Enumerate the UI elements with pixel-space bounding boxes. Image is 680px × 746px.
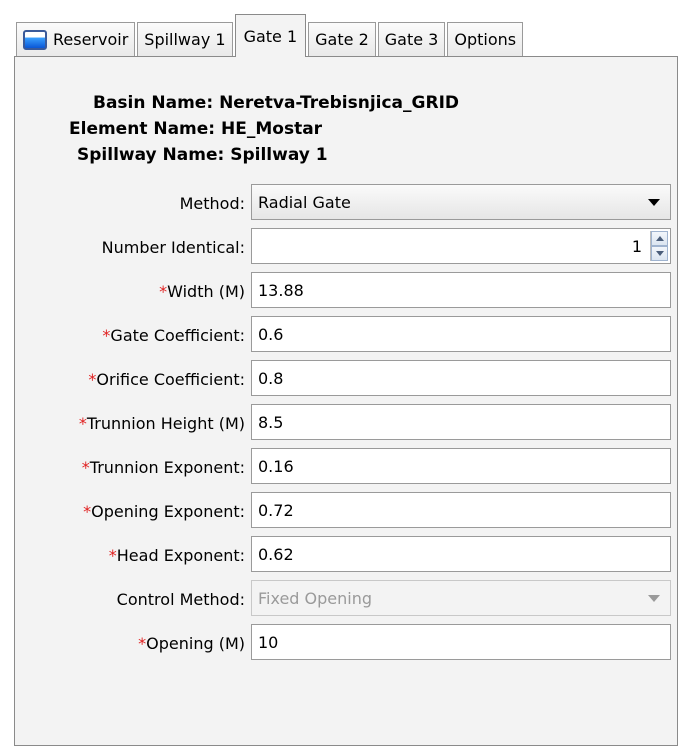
gate-panel: Basin Name: Neretva-Trebisnjica_GRID Ele… — [14, 56, 678, 746]
method-select[interactable]: Radial Gate — [251, 184, 671, 220]
number-identical-value: 1 — [631, 236, 642, 256]
trunnion-height-input[interactable]: 8.5 — [251, 404, 671, 440]
tab-gate-1[interactable]: Gate 1 — [234, 14, 307, 57]
tab-gate-2-label: Gate 2 — [315, 30, 369, 49]
spinner-down-icon[interactable] — [651, 246, 668, 261]
opening-row: * Opening (M) 10 — [15, 624, 679, 662]
required-star: * — [81, 457, 90, 477]
method-label: Method: — [179, 193, 245, 213]
tab-gate-1-label: Gate 1 — [243, 26, 298, 46]
spinner — [650, 231, 668, 261]
basin-name-row: Basin Name: Neretva-Trebisnjica_GRID — [93, 93, 459, 113]
opening-exponent-row: * Opening Exponent: 0.72 — [15, 492, 679, 530]
reservoir-icon — [23, 29, 47, 50]
required-star: * — [83, 501, 92, 521]
trunnion-height-row: * Trunnion Height (M) 8.5 — [15, 404, 679, 442]
opening-value: 10 — [258, 632, 279, 652]
number-identical-label: Number Identical: — [101, 237, 245, 257]
number-identical-row: Number Identical: 1 — [15, 228, 679, 266]
trunnion-exponent-label: * Trunnion Exponent: — [81, 457, 245, 477]
width-value: 13.88 — [258, 280, 304, 300]
orifice-coefficient-label: * Orifice Coefficient: — [88, 369, 245, 389]
required-star: * — [102, 325, 111, 345]
control-method-select: Fixed Opening — [251, 580, 671, 616]
orifice-coefficient-value: 0.8 — [258, 368, 284, 388]
orifice-coefficient-row: * Orifice Coefficient: 0.8 — [15, 360, 679, 398]
trunnion-exponent-input[interactable]: 0.16 — [251, 448, 671, 484]
basin-name-value: Neretva-Trebisnjica_GRID — [219, 93, 460, 113]
head-exponent-label: * Head Exponent: — [108, 545, 245, 565]
opening-label: * Opening (M) — [138, 633, 245, 653]
tab-reservoir-label: Reservoir — [53, 30, 129, 49]
tab-options-label: Options — [454, 30, 517, 49]
required-star: * — [159, 281, 168, 301]
width-row: * Width (M) 13.88 — [15, 272, 679, 310]
tab-gate-3-label: Gate 3 — [384, 30, 439, 49]
spinner-up-icon[interactable] — [651, 231, 668, 246]
opening-exponent-label: * Opening Exponent: — [83, 501, 245, 521]
tab-gate-2[interactable]: Gate 2 — [308, 22, 376, 56]
opening-exponent-value: 0.72 — [258, 500, 294, 520]
required-star: * — [108, 545, 117, 565]
head-exponent-input[interactable]: 0.62 — [251, 536, 671, 572]
head-exponent-value: 0.62 — [258, 544, 294, 564]
gate-coefficient-label: * Gate Coefficient: — [102, 325, 245, 345]
width-input[interactable]: 13.88 — [251, 272, 671, 308]
basin-name-label: Basin Name: — [93, 93, 214, 113]
tab-spillway-1-label: Spillway 1 — [144, 30, 226, 49]
element-name-value: HE_Mostar — [221, 119, 323, 139]
tab-options[interactable]: Options — [447, 22, 524, 56]
tab-reservoir[interactable]: Reservoir — [16, 22, 136, 56]
trunnion-exponent-value: 0.16 — [258, 456, 294, 476]
orifice-coefficient-input[interactable]: 0.8 — [251, 360, 671, 396]
spillway-name-value: Spillway 1 — [230, 145, 328, 165]
opening-input[interactable]: 10 — [251, 624, 671, 660]
required-star: * — [88, 369, 97, 389]
control-method-label: Control Method: — [116, 589, 245, 609]
control-method-row: Control Method: Fixed Opening — [15, 580, 679, 618]
element-name-row: Element Name: HE_Mostar — [69, 119, 322, 139]
tab-spillway-1[interactable]: Spillway 1 — [137, 22, 233, 56]
width-label: * Width (M) — [159, 281, 245, 301]
number-identical-stepper[interactable]: 1 — [251, 228, 671, 264]
chevron-down-icon — [648, 199, 660, 206]
gate-coefficient-input[interactable]: 0.6 — [251, 316, 671, 352]
method-row: Method: Radial Gate — [15, 184, 679, 222]
element-name-label: Element Name: — [69, 119, 216, 139]
control-method-value: Fixed Opening — [258, 588, 373, 608]
gate-coefficient-row: * Gate Coefficient: 0.6 — [15, 316, 679, 354]
spillway-name-label: Spillway Name: — [77, 145, 225, 165]
head-exponent-row: * Head Exponent: 0.62 — [15, 536, 679, 574]
trunnion-exponent-row: * Trunnion Exponent: 0.16 — [15, 448, 679, 486]
spillway-name-row: Spillway Name: Spillway 1 — [77, 145, 328, 165]
trunnion-height-label: * Trunnion Height (M) — [78, 413, 245, 433]
required-star: * — [78, 413, 87, 433]
chevron-down-icon — [648, 595, 660, 602]
required-star: * — [138, 633, 147, 653]
trunnion-height-value: 8.5 — [258, 412, 284, 432]
tab-gate-3[interactable]: Gate 3 — [377, 22, 446, 56]
gate-coefficient-value: 0.6 — [258, 324, 284, 344]
tab-bar: Reservoir Spillway 1 Gate 1 Gate 2 Gate … — [16, 14, 525, 57]
method-value: Radial Gate — [258, 192, 351, 212]
opening-exponent-input[interactable]: 0.72 — [251, 492, 671, 528]
